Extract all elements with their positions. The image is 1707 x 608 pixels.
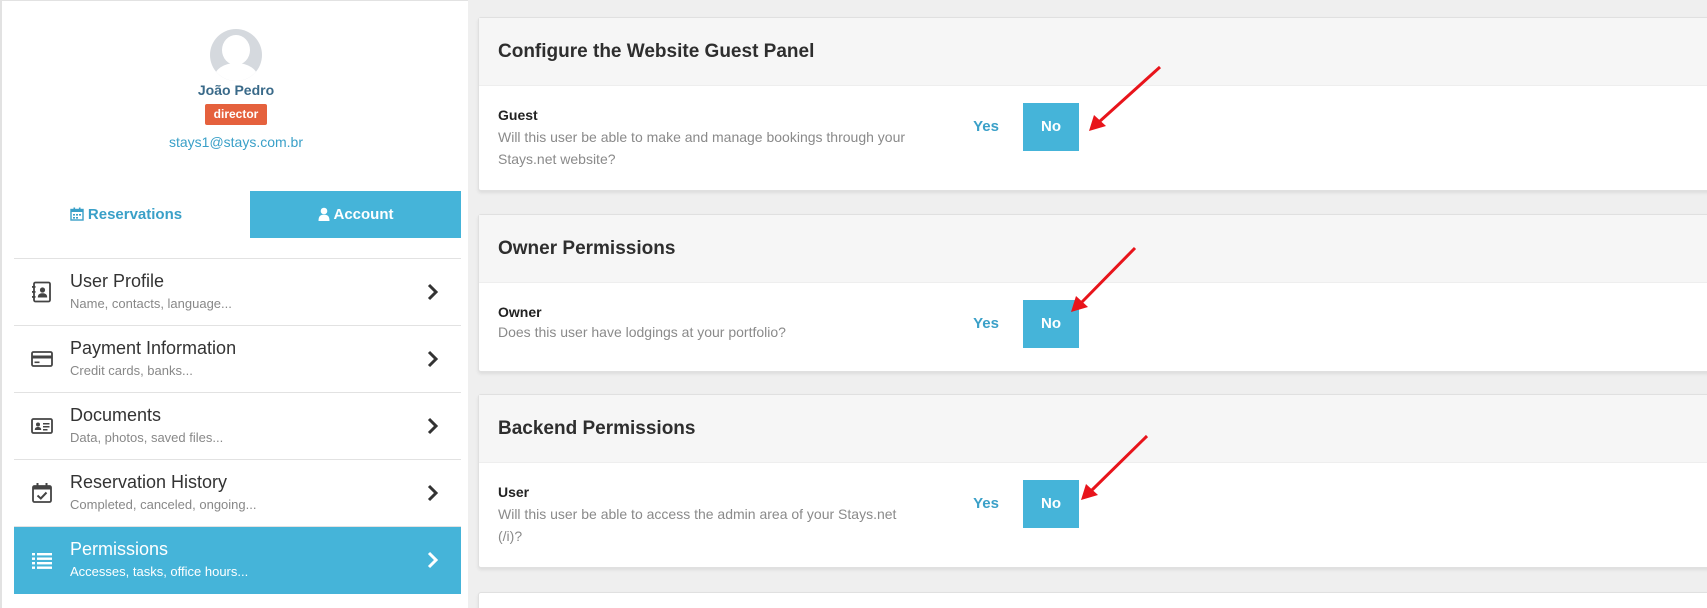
menu-item-title: Payment Information: [70, 338, 237, 358]
sidebar-tabs: Reservations Account: [14, 191, 461, 238]
field-label: User: [498, 484, 530, 500]
user-icon: [318, 193, 330, 240]
menu-item-documents[interactable]: Documents Data, photos, saved files...: [14, 393, 461, 460]
field-label: Owner: [498, 304, 542, 320]
id-card-icon: [31, 415, 53, 437]
user-email[interactable]: stays1@stays.com.br: [2, 134, 470, 150]
menu-item-user-profile[interactable]: User Profile Name, contacts, language...: [14, 259, 461, 326]
menu-item-subtitle: Data, photos, saved files...: [70, 430, 224, 445]
chevron-right-icon: [423, 550, 443, 570]
field-description: Does this user have lodgings at your por…: [498, 324, 786, 340]
owner-permissions-card: Owner Permissions Owner Does this user h…: [478, 214, 1707, 372]
app: João Pedro director stays1@stays.com.br: [0, 0, 1707, 608]
list-icon: [31, 549, 53, 571]
role-badge: director: [205, 104, 267, 125]
field-label: Guest: [498, 107, 538, 123]
credit-card-icon: [31, 348, 53, 370]
tab-account-label: Account: [333, 206, 394, 223]
menu-item-payment-information[interactable]: Payment Information Credit cards, banks.…: [14, 326, 461, 393]
menu-item-reservation-history[interactable]: Reservation History Completed, canceled,…: [14, 460, 461, 527]
guest-panel-card: Configure the Website Guest Panel Guest …: [478, 17, 1707, 191]
menu-item-title: Permissions: [70, 539, 169, 559]
sidebar: João Pedro director stays1@stays.com.br: [0, 0, 468, 608]
menu-item-title: Documents: [70, 405, 162, 425]
chevron-right-icon: [423, 282, 443, 302]
profile-card: João Pedro director stays1@stays.com.br: [2, 1, 470, 171]
annotation-arrow: [1081, 434, 1149, 500]
field-description: Will this user be able to access the adm…: [498, 506, 897, 544]
chevron-right-icon: [423, 416, 443, 436]
yes-button[interactable]: Yes: [959, 103, 1013, 151]
main-content: Configure the Website Guest Panel Guest …: [468, 0, 1707, 608]
menu-item-subtitle: Completed, canceled, ongoing...: [70, 497, 257, 512]
no-button[interactable]: No: [1023, 103, 1079, 151]
annotation-arrow: [1071, 246, 1137, 312]
menu-item-permissions[interactable]: Permissions Accesses, tasks, office hour…: [14, 527, 461, 594]
field-description: Will this user be able to make and manag…: [498, 129, 906, 167]
avatar: [210, 29, 262, 81]
chevron-right-icon: [423, 483, 443, 503]
backend-permissions-card: Backend Permissions User Will this user …: [478, 394, 1707, 568]
annotation-arrow: [1089, 65, 1162, 131]
avatar-shoulders: [214, 63, 258, 81]
next-section-card: [478, 592, 1707, 608]
chevron-right-icon: [423, 349, 443, 369]
tab-account[interactable]: Account: [250, 191, 461, 238]
tab-reservations[interactable]: Reservations: [14, 191, 238, 238]
menu-item-subtitle: Name, contacts, language...: [70, 296, 232, 311]
menu-item-subtitle: Accesses, tasks, office hours...: [70, 564, 249, 579]
menu-item-title: User Profile: [70, 271, 165, 291]
yes-button[interactable]: Yes: [959, 480, 1013, 528]
yes-button[interactable]: Yes: [959, 300, 1013, 348]
tab-reservations-label: Reservations: [87, 206, 183, 223]
account-menu: User Profile Name, contacts, language...…: [14, 258, 461, 594]
menu-item-title: Reservation History: [70, 472, 228, 492]
contact-book-icon: [31, 281, 53, 303]
calendar-check-icon: [31, 482, 53, 504]
menu-item-subtitle: Credit cards, banks...: [70, 363, 193, 378]
avatar-head: [222, 35, 250, 65]
calendar-icon: [70, 193, 84, 240]
no-button[interactable]: No: [1023, 480, 1079, 528]
user-name: João Pedro: [197, 82, 275, 98]
